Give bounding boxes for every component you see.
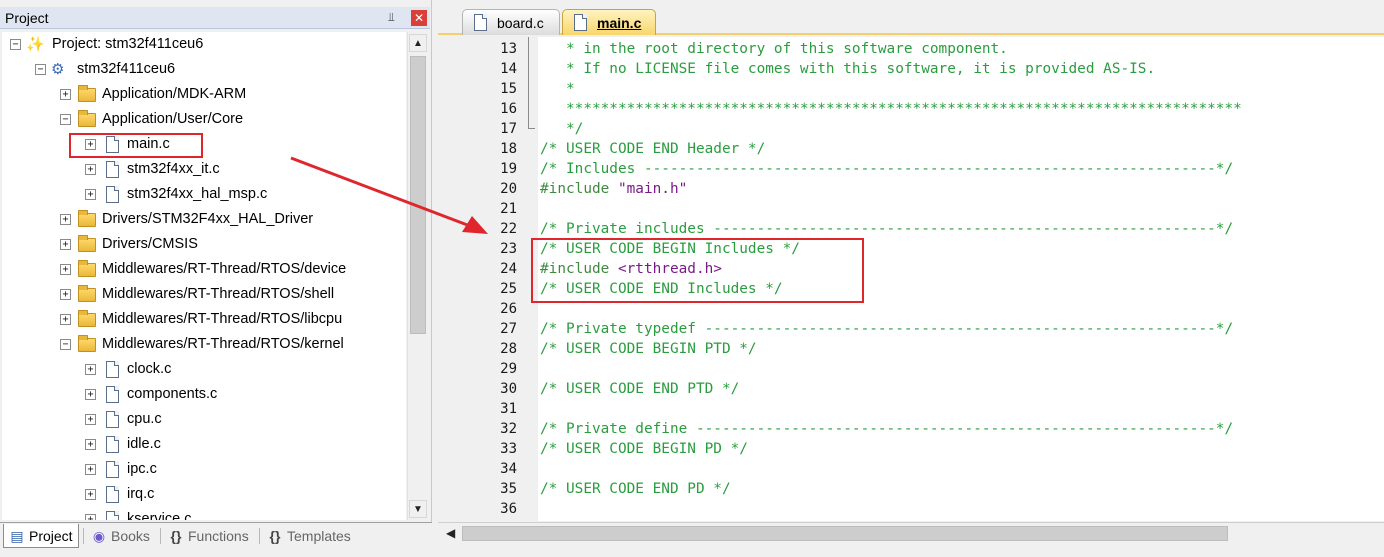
annotation-arrow-shaft — [290, 156, 471, 228]
annotation-arrow — [290, 156, 488, 234]
